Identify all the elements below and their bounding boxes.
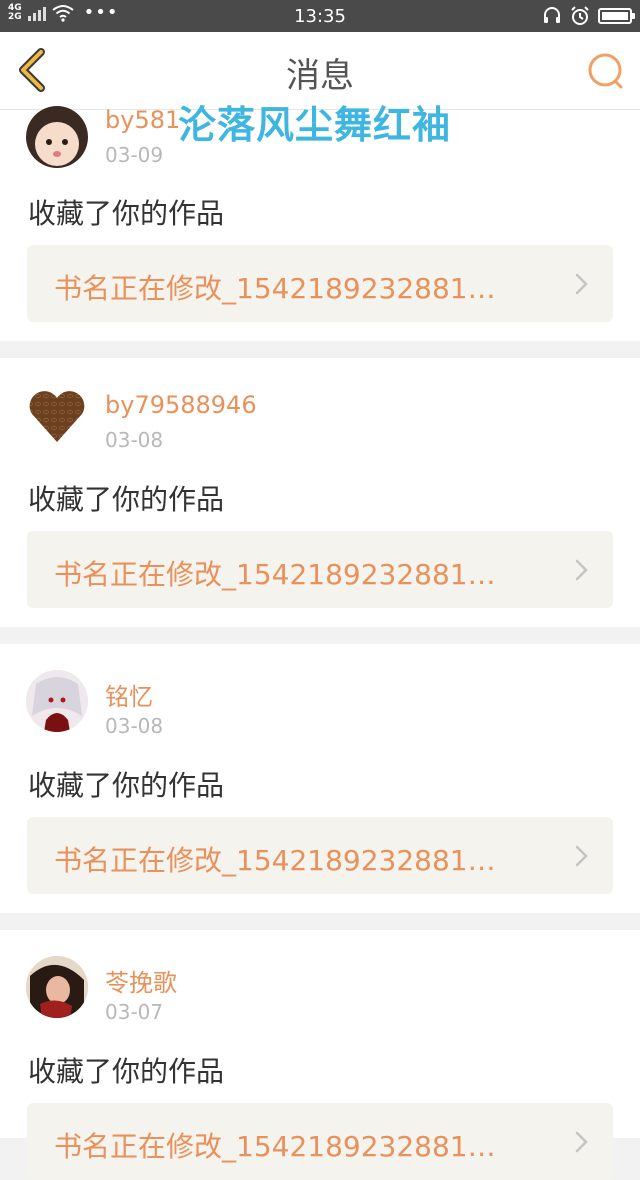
anime-avatar-icon [26, 670, 88, 732]
username[interactable]: 铭忆 [105, 677, 153, 712]
action-text: 收藏了你的作品 [28, 483, 225, 516]
page-title: 消息 [286, 56, 354, 96]
book-link[interactable]: 书名正在修改_1542189232881… [27, 245, 613, 322]
book-link[interactable]: 书名正在修改_1542189232881… [27, 531, 613, 608]
user-avatar[interactable] [26, 384, 88, 446]
message-date: 03-08 [105, 714, 164, 738]
search-button[interactable] [586, 52, 624, 90]
chevron-right-icon [575, 1131, 588, 1153]
chevron-right-icon [575, 845, 588, 867]
chevron-right-icon [575, 273, 588, 295]
username[interactable]: by581 [105, 106, 180, 134]
chevron-right-icon [575, 559, 588, 581]
message-date: 03-08 [105, 428, 164, 452]
book-title: 书名正在修改_1542189232881… [54, 844, 496, 877]
action-text: 收藏了你的作品 [28, 197, 225, 230]
message-card[interactable]: 铭忆 03-08 收藏了你的作品 书名正在修改_1542189232881… [0, 644, 640, 913]
alarm-icon [571, 6, 589, 25]
user-avatar[interactable] [26, 956, 88, 1018]
book-title: 书名正在修改_1542189232881… [54, 558, 496, 591]
action-text: 收藏了你的作品 [28, 1055, 225, 1088]
status-bar: 4G 2G ••• 13:35 [0, 0, 640, 32]
book-title: 书名正在修改_1542189232881… [54, 272, 496, 305]
status-right [542, 6, 635, 26]
headset-icon [544, 7, 560, 23]
username[interactable]: by79588946 [105, 391, 257, 419]
child-face-icon [34, 120, 80, 166]
message-card[interactable]: by79588946 03-08 收藏了你的作品 书名正在修改_15421892… [0, 358, 640, 627]
action-text: 收藏了你的作品 [28, 769, 225, 802]
portrait-avatar-icon [26, 956, 88, 1018]
heart-icon [29, 391, 85, 442]
user-avatar[interactable] [26, 106, 88, 168]
book-title: 书名正在修改_1542189232881… [54, 1130, 496, 1163]
watermark-text: 沦落风尘舞红袖 [178, 103, 452, 147]
username[interactable]: 苓挽歌 [105, 963, 177, 998]
battery-level [602, 12, 628, 20]
user-avatar[interactable] [26, 670, 88, 732]
battery-icon [598, 8, 635, 24]
book-link[interactable]: 书名正在修改_1542189232881… [27, 817, 613, 894]
message-card[interactable]: 苓挽歌 03-07 收藏了你的作品 书名正在修改_1542189232881… [0, 930, 640, 1180]
message-date: 03-07 [105, 1000, 164, 1024]
message-date: 03-09 [105, 143, 164, 167]
book-link[interactable]: 书名正在修改_1542189232881… [27, 1103, 613, 1180]
